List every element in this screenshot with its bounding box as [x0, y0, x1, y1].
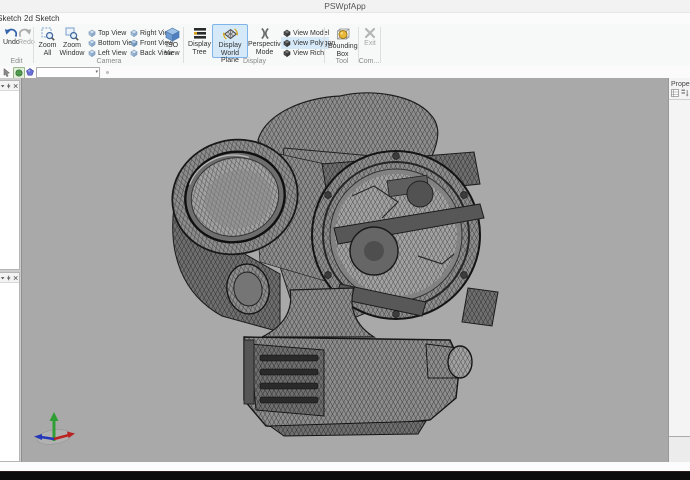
view-rich-label: View Rich: [293, 49, 324, 57]
world-plane-icon: [222, 28, 238, 40]
group-separator: [324, 27, 325, 63]
view-mode-cube-icon: [283, 29, 291, 37]
redo-label: Redo: [18, 39, 35, 46]
3d-viewport[interactable]: [21, 78, 669, 462]
view-cube-icon: [88, 29, 96, 37]
properties-panel[interactable]: Properties: [668, 78, 690, 462]
left-dock-panel-bottom[interactable]: [0, 272, 20, 462]
common-group-label: Com...: [358, 58, 380, 65]
tool-group-label: Tool: [335, 58, 349, 65]
view-cube-icon: [88, 39, 96, 47]
close-icon[interactable]: [13, 83, 18, 89]
iso-view-icon: [164, 27, 180, 41]
point-tool-icon: [26, 68, 34, 76]
properties-panel-title: Properties: [671, 81, 690, 88]
overflow-dot[interactable]: [106, 71, 109, 74]
view-mode-cube-icon: [283, 49, 291, 57]
view-mode-cube-icon: [283, 39, 291, 47]
left-view-label: Left View: [98, 49, 127, 57]
exit-icon: [364, 27, 376, 39]
zoom-window-label: Zoom Window: [59, 42, 85, 57]
application-window: PSWpfApp 3d Sketch 2d Sketch Undo Redo E…: [0, 0, 690, 480]
left-dock-panel-top[interactable]: [0, 80, 20, 270]
iso-view-label: ISO View: [164, 42, 180, 57]
point-tool-button[interactable]: [25, 67, 35, 77]
bottom-strip: [0, 462, 690, 471]
tab-3d-sketch[interactable]: 3d Sketch: [0, 14, 22, 23]
iso-view-button[interactable]: ISO View: [160, 24, 184, 58]
group-separator: [183, 27, 184, 63]
ribbon-tab-row: 3d Sketch 2d Sketch: [0, 13, 690, 24]
zoom-all-icon: [41, 27, 55, 41]
taskbar-strip: [0, 471, 690, 480]
chevron-down-icon: ▾: [95, 69, 98, 75]
camera-group-label: Camera: [96, 58, 122, 65]
chevron-down-icon[interactable]: [0, 83, 5, 89]
undo-icon: [4, 28, 17, 38]
bounding-box-icon: [336, 28, 349, 40]
selection-filter-combobox[interactable]: ▾: [36, 67, 100, 78]
edit-group-label: Edit: [10, 58, 23, 65]
model-3d-wireframe: [171, 92, 499, 437]
bounding-box-label: Bounding Box: [328, 43, 358, 58]
zoom-all-label: Zoom All: [38, 42, 57, 57]
view-cube-icon: [130, 29, 138, 37]
zoom-window-button[interactable]: Zoom Window: [58, 24, 86, 58]
undo-label: Undo: [3, 39, 20, 46]
display-tree-label: Display Tree: [188, 41, 211, 56]
display-tree-button[interactable]: Display Tree: [186, 24, 213, 58]
exit-button[interactable]: Exit: [360, 24, 380, 58]
view-cube-icon: [88, 49, 96, 57]
redo-icon: [19, 28, 32, 38]
chevron-down-icon[interactable]: [0, 275, 5, 281]
panel-titlebar: [0, 273, 19, 283]
perspective-mode-button[interactable]: Perspective Mode: [247, 24, 285, 58]
display-tree-icon: [193, 28, 206, 39]
group-separator: [33, 27, 34, 63]
display-world-plane-button[interactable]: Display World Plane: [212, 24, 248, 64]
ribbon: Undo Redo Edit Zoom All Zoom Window Top …: [0, 24, 690, 67]
window-title: PSWpfApp: [324, 1, 366, 11]
view-cube-icon: [130, 39, 138, 47]
alphabetical-sort-icon[interactable]: [681, 89, 689, 97]
view-cube-icon: [130, 49, 138, 57]
panel-titlebar: [0, 81, 19, 91]
pin-icon[interactable]: [6, 83, 11, 89]
categorized-icon[interactable]: [671, 89, 679, 97]
cursor-icon: [3, 67, 11, 77]
display-group-label: Display: [243, 58, 266, 65]
select-cursor-button[interactable]: [2, 67, 12, 77]
top-view-label: Top View: [98, 29, 127, 37]
tab-2d-sketch[interactable]: 2d Sketch: [24, 14, 60, 23]
zoom-window-icon: [65, 27, 79, 41]
main-area: Properties: [0, 78, 690, 462]
group-separator: [380, 27, 381, 63]
orientation-axis-triad: [34, 412, 75, 445]
mesh-tool-icon: [15, 69, 23, 77]
exit-label: Exit: [364, 40, 376, 47]
bounding-box-button[interactable]: Bounding Box: [327, 24, 358, 58]
properties-toolbar: [669, 89, 690, 100]
panel-bottom-section: [669, 437, 690, 462]
close-icon[interactable]: [13, 275, 18, 281]
perspective-mode-icon: [260, 27, 269, 40]
zoom-all-button[interactable]: Zoom All: [36, 24, 59, 58]
window-titlebar: PSWpfApp: [0, 0, 690, 13]
pin-icon[interactable]: [6, 275, 11, 281]
perspective-mode-label: Perspective Mode: [248, 41, 285, 56]
redo-button[interactable]: Redo: [17, 24, 35, 58]
